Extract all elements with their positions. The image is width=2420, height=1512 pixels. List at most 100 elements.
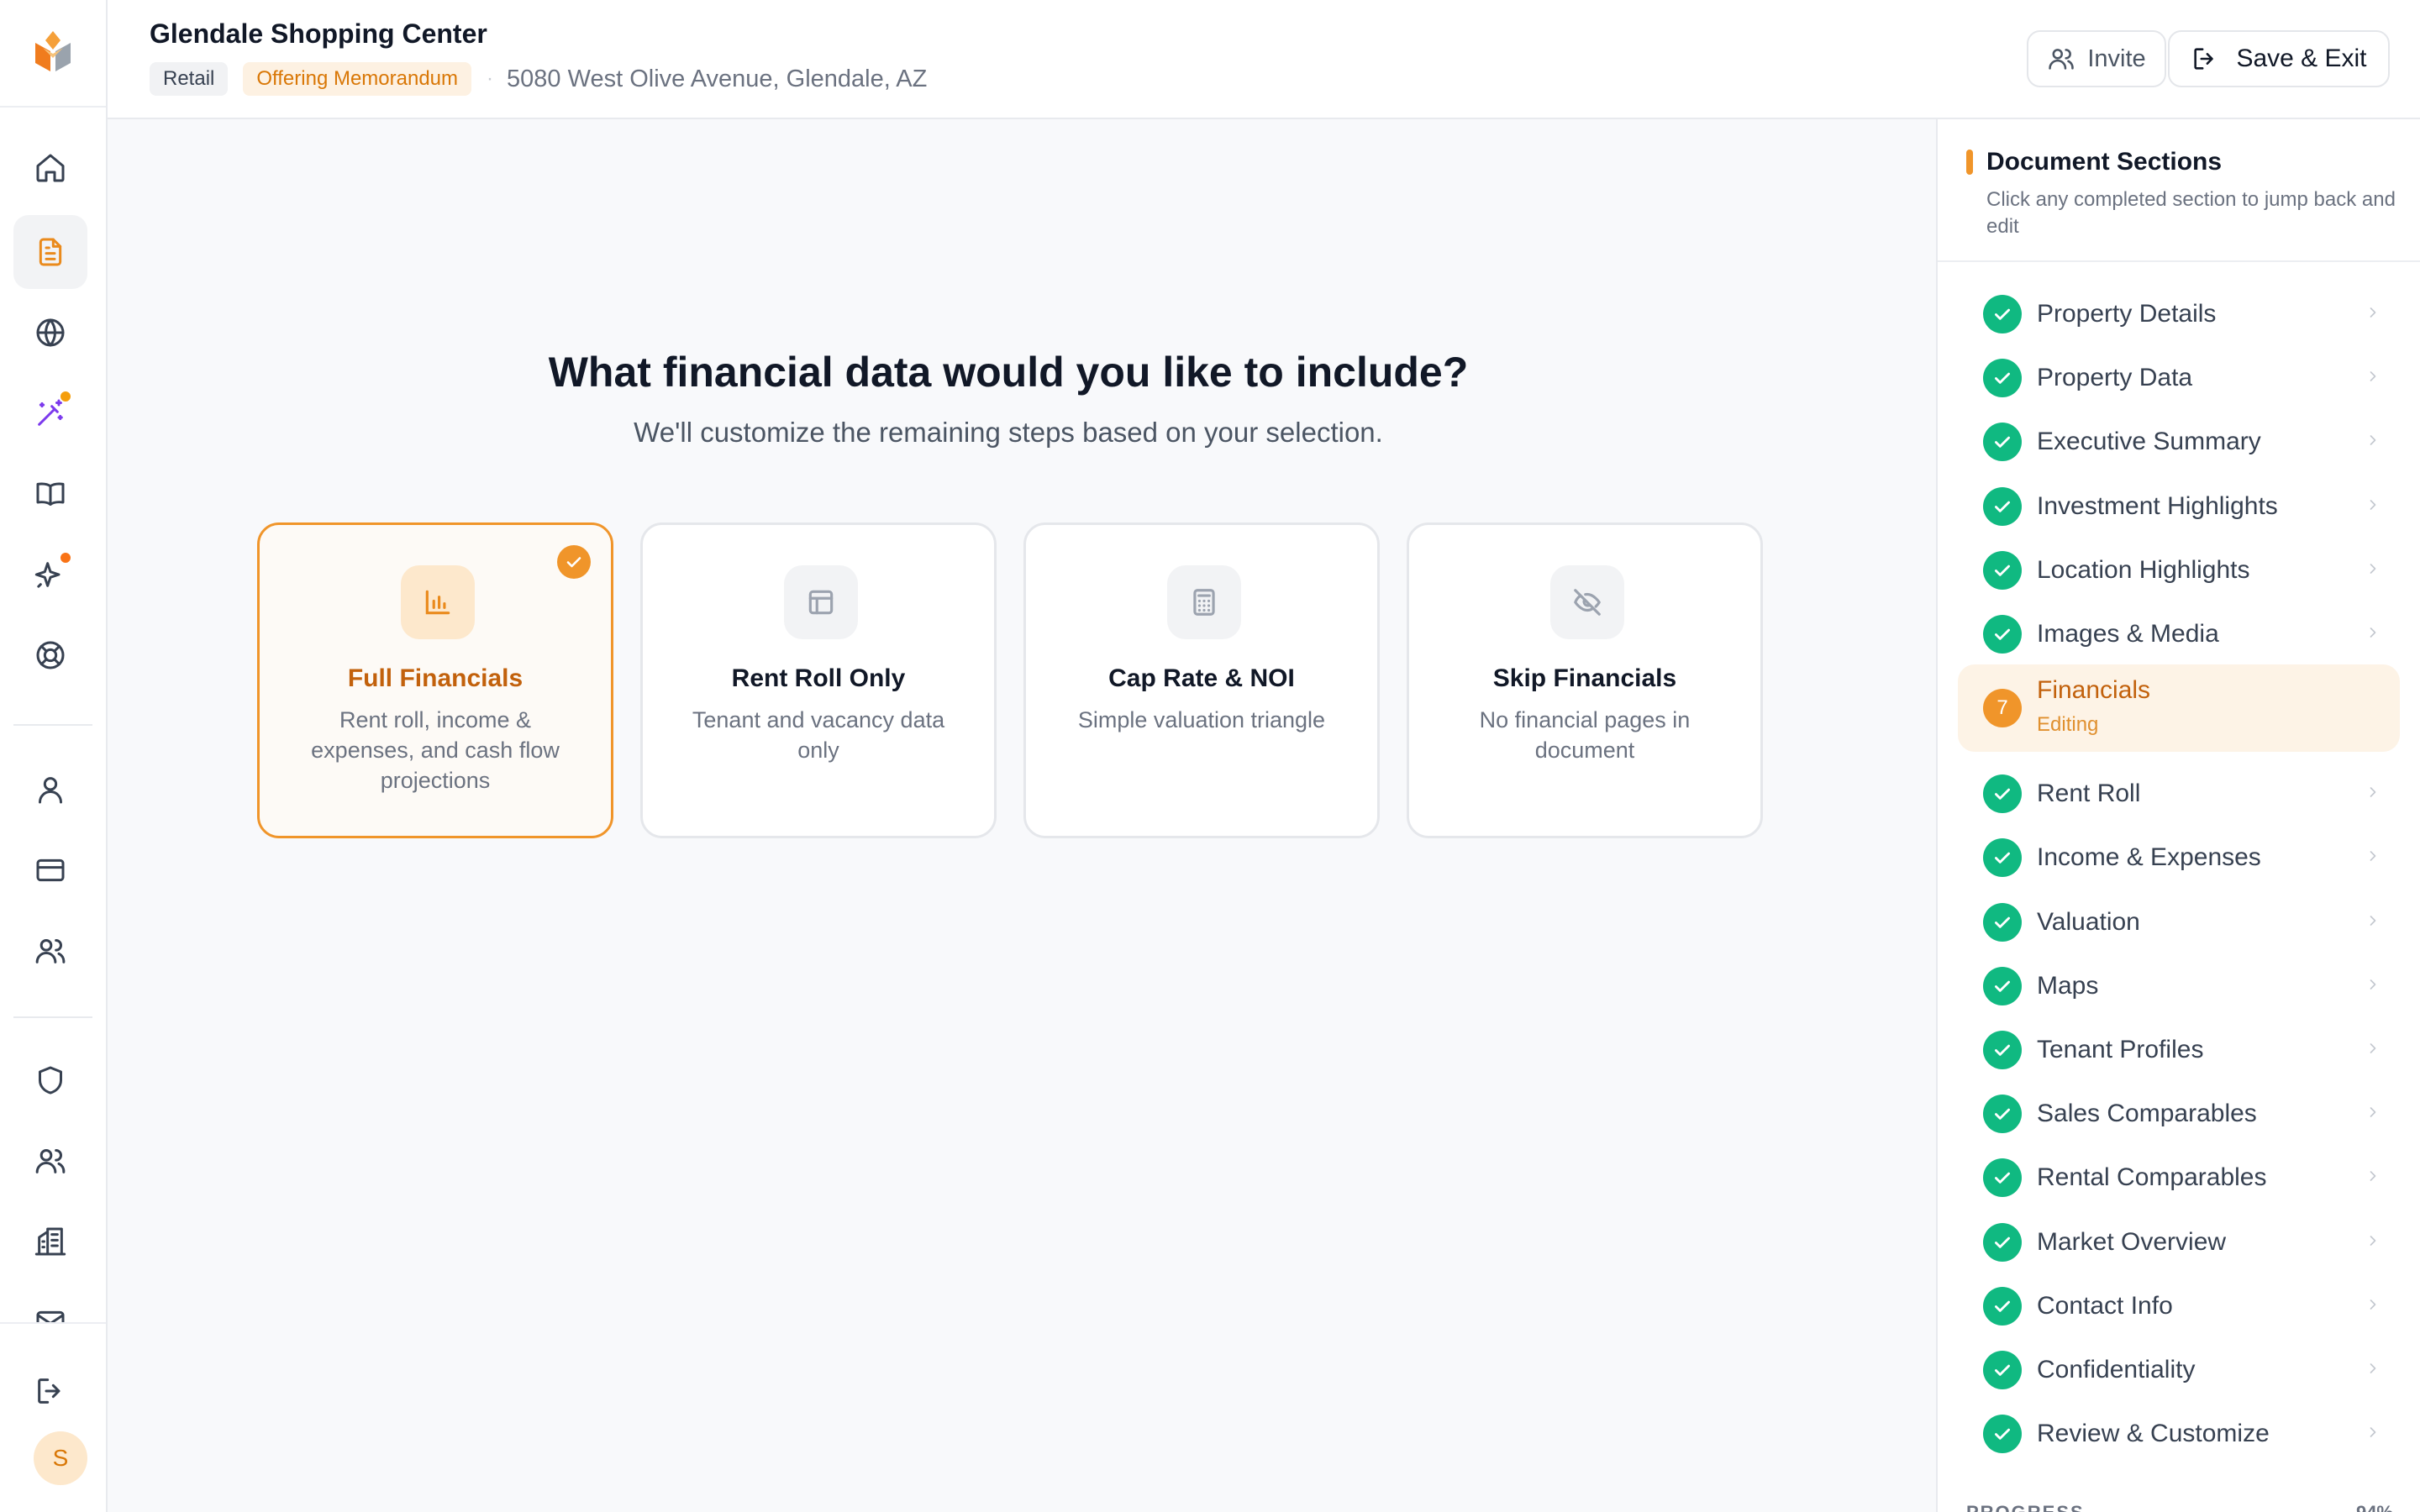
rail-support-button[interactable]: [13, 618, 87, 692]
option-card-rent-roll-only[interactable]: Rent Roll Only Tenant and vacancy data o…: [640, 522, 997, 838]
option-title: Rent Roll Only: [731, 664, 906, 692]
table-icon: [784, 565, 858, 639]
section-item-investment-highlights[interactable]: Investment Highlights: [1958, 475, 2400, 538]
section-item-executive-summary[interactable]: Executive Summary: [1958, 410, 2400, 474]
complete-check-icon: [1983, 1031, 2022, 1069]
rail-ai-button[interactable]: [13, 376, 87, 450]
section-item-financials[interactable]: 7 Financials Editing: [1958, 664, 2400, 753]
property-address: 5080 West Olive Avenue, Glendale, AZ: [507, 65, 928, 92]
property-meta: Retail Offering Memorandum · 5080 West O…: [150, 62, 927, 96]
save-exit-label: Save & Exit: [2236, 45, 2367, 72]
section-label: Rental Comparables: [2037, 1163, 2267, 1192]
document-icon: [39, 238, 62, 266]
chevron-right-icon: [2365, 560, 2381, 577]
option-description: Simple valuation triangle: [1077, 707, 1326, 732]
section-label: Income & Expenses: [2037, 843, 2261, 872]
property-type-tag: Retail: [150, 62, 229, 96]
section-label: Valuation: [2037, 907, 2140, 936]
option-description: Tenant and vacancy data only: [692, 707, 945, 763]
complete-check-icon: [1983, 1222, 2022, 1262]
option-card-full-financials[interactable]: Full Financials Rent roll, income & expe…: [257, 522, 613, 838]
section-item-valuation[interactable]: Valuation: [1958, 890, 2400, 954]
section-item-sales-comparables[interactable]: Sales Comparables: [1958, 1082, 2400, 1146]
section-label: Property Details: [2037, 300, 2217, 328]
section-label: Investment Highlights: [2037, 491, 2278, 520]
chevron-right-icon: [2365, 1232, 2381, 1249]
rail-divider: [13, 1016, 92, 1018]
option-description: Rent roll, income & expenses, and cash f…: [311, 707, 560, 793]
rail-billing-button[interactable]: [13, 833, 87, 907]
chevron-right-icon: [2365, 1424, 2381, 1441]
section-item-rent-roll[interactable]: Rent Roll: [1958, 762, 2400, 826]
meta-separator: ·: [487, 67, 494, 90]
panel-divider: [1938, 260, 2420, 262]
section-item-tenant-profiles[interactable]: Tenant Profiles: [1958, 1018, 2400, 1082]
rail-globe-button[interactable]: [13, 296, 87, 370]
save-exit-button[interactable]: Save & Exit: [2168, 30, 2390, 87]
complete-check-icon: [1983, 1415, 2022, 1454]
invite-button[interactable]: Invite: [2027, 30, 2166, 87]
chevron-right-icon: [2365, 784, 2381, 801]
rail-company-button[interactable]: [13, 1205, 87, 1278]
section-item-location-highlights[interactable]: Location Highlights: [1958, 538, 2400, 602]
section-label: Maps: [2037, 971, 2099, 1000]
logout-icon: [38, 1378, 60, 1404]
rail-home-button[interactable]: [13, 131, 87, 205]
globe-icon: [36, 318, 65, 347]
complete-check-icon: [1983, 774, 2022, 814]
section-item-confidentiality[interactable]: Confidentiality: [1958, 1338, 2400, 1402]
selected-check-icon: [557, 545, 591, 579]
chevron-right-icon: [2365, 1168, 2381, 1184]
section-item-maps[interactable]: Maps: [1958, 954, 2400, 1018]
users-icon: [35, 939, 66, 963]
rail-security-button[interactable]: [13, 1043, 87, 1117]
logout-icon: [2194, 48, 2214, 70]
rail-team-button[interactable]: [13, 1124, 87, 1198]
complete-check-icon: [1983, 295, 2022, 333]
section-label: Financials: [2037, 676, 2151, 705]
complete-check-icon: [1983, 1158, 2022, 1198]
section-item-property-data[interactable]: Property Data: [1958, 346, 2400, 410]
complete-check-icon: [1983, 1095, 2022, 1134]
rail-documents-button[interactable]: [13, 215, 87, 289]
step-number: 7: [1996, 696, 2008, 720]
rail-library-button[interactable]: [13, 457, 87, 531]
section-label: Confidentiality: [2037, 1356, 2196, 1383]
shield-icon: [39, 1066, 62, 1095]
option-title: Cap Rate & NOI: [1108, 664, 1295, 692]
app-logo[interactable]: [0, 0, 106, 108]
section-label: Images & Media: [2037, 620, 2219, 648]
notification-dot: [59, 390, 72, 403]
chevron-right-icon: [2365, 1360, 2381, 1377]
rail-divider: [13, 724, 92, 726]
chevron-right-icon: [2365, 304, 2381, 321]
bar-chart-icon: [401, 565, 475, 639]
section-item-rental-comparables[interactable]: Rental Comparables: [1958, 1146, 2400, 1210]
complete-check-icon: [1983, 1351, 2022, 1389]
complete-check-icon: [1983, 838, 2022, 878]
rail-logout-button[interactable]: [13, 1354, 87, 1428]
option-card-cap-rate-noi[interactable]: Cap Rate & NOI Simple valuation triangle: [1023, 522, 1380, 838]
chevron-right-icon: [2365, 912, 2381, 929]
option-card-skip-financials[interactable]: Skip Financials No financial pages in do…: [1407, 522, 1763, 838]
rail-profile-button[interactable]: [13, 753, 87, 827]
property-title: Glendale Shopping Center: [150, 18, 487, 49]
section-item-images-media[interactable]: Images & Media: [1958, 602, 2400, 666]
user-avatar[interactable]: S: [34, 1431, 87, 1485]
section-item-contact-info[interactable]: Contact Info: [1958, 1274, 2400, 1338]
panel-subtitle: Click any completed section to jump back…: [1986, 188, 2396, 238]
left-icon-rail: S: [0, 0, 108, 1512]
chevron-right-icon: [2365, 624, 2381, 641]
notification-dot: [59, 551, 72, 564]
book-icon: [36, 482, 65, 506]
section-label: Market Overview: [2037, 1227, 2227, 1256]
rail-sparkle-button[interactable]: [13, 538, 87, 612]
eye-off-icon: [1550, 565, 1624, 639]
rail-contacts-button[interactable]: [13, 914, 87, 988]
section-item-property-details[interactable]: Property Details: [1958, 282, 2400, 346]
chevron-right-icon: [2365, 368, 2381, 385]
section-item-review-customize[interactable]: Review & Customize: [1958, 1402, 2400, 1466]
section-item-market-overview[interactable]: Market Overview: [1958, 1210, 2400, 1274]
section-item-income-expenses[interactable]: Income & Expenses: [1958, 826, 2400, 890]
complete-check-icon: [1983, 615, 2022, 654]
